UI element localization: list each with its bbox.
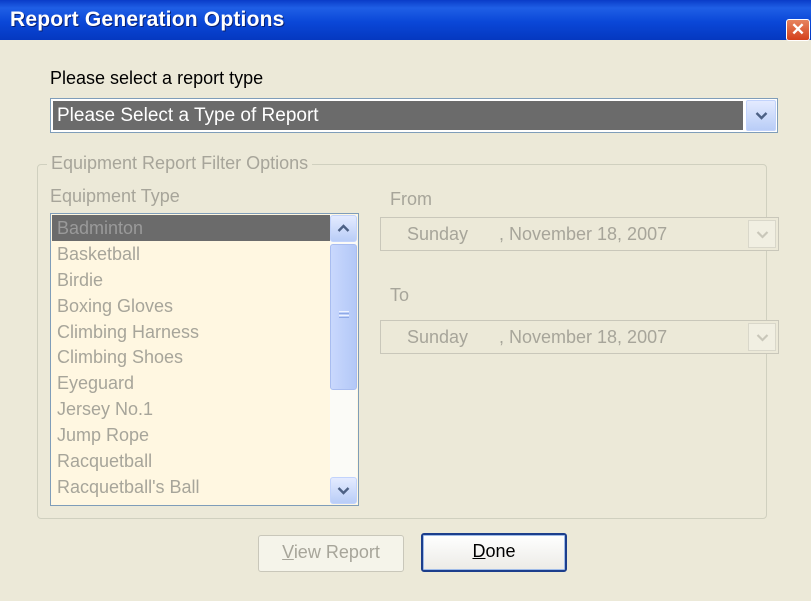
equipment-type-label: Equipment Type	[50, 186, 180, 206]
list-item[interactable]: Climbing Harness	[52, 319, 331, 345]
list-item[interactable]: Climbing Shoes	[52, 344, 331, 370]
equipment-type-list[interactable]: Badminton Basketball Birdie Boxing Gloves Cl…	[50, 213, 359, 506]
report-type-selected-value: Please Select a Type of Report	[53, 101, 743, 130]
from-day: Sunday	[407, 224, 469, 244]
vertical-scrollbar[interactable]	[330, 215, 357, 504]
to-day: Sunday	[407, 327, 469, 347]
to-date-picker[interactable]: Sunday , November 18, 2007	[380, 320, 779, 354]
list-item[interactable]: Jersey No.1	[52, 396, 331, 422]
list-item[interactable]: Jump Rope	[52, 422, 331, 448]
view-report-button[interactable]: View Report	[258, 535, 404, 572]
chevron-down-icon	[755, 112, 768, 120]
list-item[interactable]: Racquetball's Ball	[52, 474, 331, 500]
list-item[interactable]: Eyeguard	[52, 370, 331, 396]
equipment-list-items: Badminton Basketball Birdie Boxing Gloves Cl…	[52, 215, 331, 500]
from-date: , November 18, 2007	[499, 224, 668, 244]
done-button[interactable]: Done	[421, 533, 567, 572]
scroll-down-button[interactable]	[330, 477, 357, 504]
view-report-label: iew Report	[293, 542, 380, 562]
chevron-down-icon	[756, 231, 769, 239]
title-bar[interactable]: Report Generation Options ✕	[0, 0, 811, 41]
chevron-down-icon	[337, 487, 350, 495]
to-date: , November 18, 2007	[499, 327, 668, 347]
chevron-down-icon	[756, 334, 769, 342]
from-dropdown-button[interactable]	[748, 220, 776, 248]
from-date-picker[interactable]: Sunday , November 18, 2007	[380, 217, 779, 251]
report-type-dropdown-button[interactable]	[746, 100, 776, 131]
list-item[interactable]: Racquetball	[52, 448, 331, 474]
list-item[interactable]: Badminton	[52, 215, 331, 241]
done-accelerator: D	[472, 541, 486, 561]
list-item[interactable]: Boxing Gloves	[52, 293, 331, 319]
group-title: Equipment Report Filter Options	[47, 153, 313, 174]
done-label: one	[485, 541, 516, 561]
to-dropdown-button[interactable]	[748, 323, 776, 351]
close-icon: ✕	[790, 20, 806, 39]
grip-icon	[339, 311, 349, 312]
list-item[interactable]: Birdie	[52, 267, 331, 293]
close-button[interactable]: ✕	[786, 19, 810, 41]
report-type-label: Please select a report type	[50, 68, 264, 88]
scroll-up-button[interactable]	[330, 215, 357, 242]
view-report-accelerator: V	[282, 542, 294, 562]
to-label: To	[390, 285, 410, 305]
scrollbar-thumb[interactable]	[330, 244, 357, 390]
report-options-dialog: Report Generation Options ✕ Please selec…	[0, 0, 811, 601]
chevron-up-icon	[337, 224, 350, 232]
from-label: From	[390, 189, 432, 209]
report-type-select[interactable]: Please Select a Type of Report	[50, 98, 778, 133]
window-title: Report Generation Options	[10, 8, 285, 31]
list-item[interactable]: Basketball	[52, 241, 331, 267]
